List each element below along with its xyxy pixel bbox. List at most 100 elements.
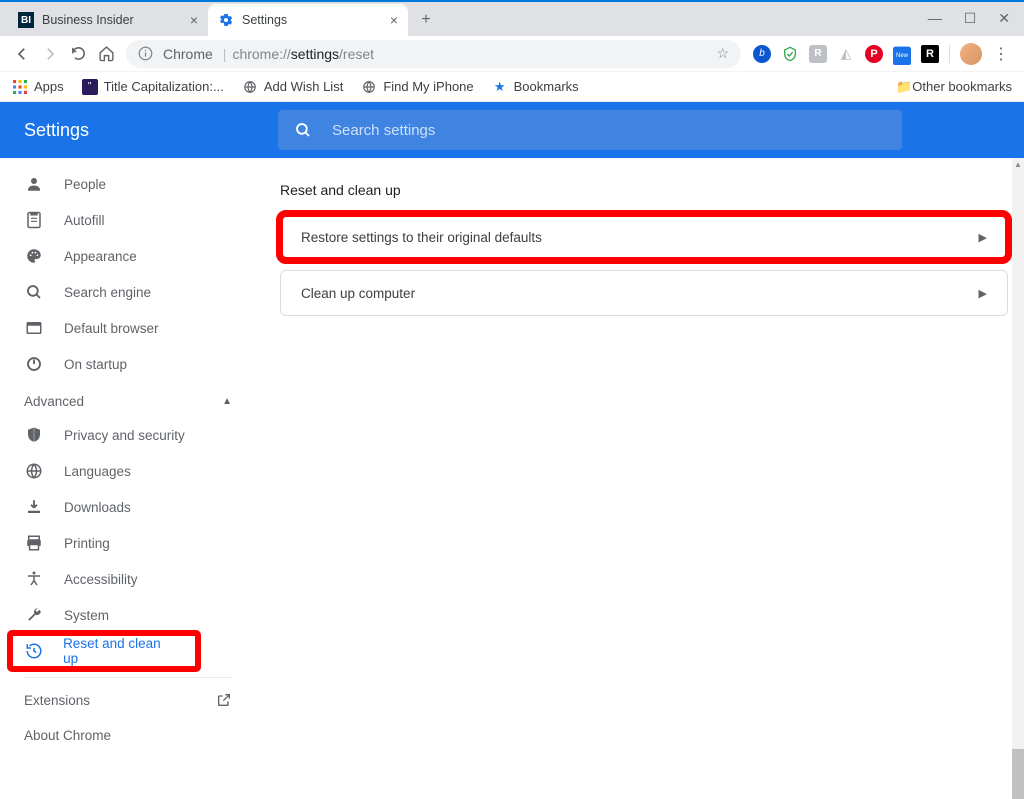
bookmark-other[interactable]: 📁 Other bookmarks <box>896 79 1012 95</box>
sidebar-item-system[interactable]: System <box>0 597 256 633</box>
address-bar[interactable]: Chrome | chrome://settings/reset ☆ <box>126 40 741 68</box>
folder-icon: 📁 <box>896 79 912 95</box>
sidebar-label: System <box>64 608 109 623</box>
search-settings-input[interactable]: Search settings <box>278 110 902 150</box>
extension-icons: b R ◭ P New R ⋮ <box>747 43 1016 65</box>
sidebar-label: Accessibility <box>64 572 138 587</box>
sidebar-about[interactable]: About Chrome <box>0 722 256 757</box>
back-button[interactable] <box>8 40 36 68</box>
sidebar-item-default-browser[interactable]: Default browser <box>0 310 256 346</box>
sidebar-label: Printing <box>64 536 110 551</box>
sidebar-label: Downloads <box>64 500 131 515</box>
vertical-scrollbar[interactable]: ▲ <box>1012 158 1024 799</box>
person-icon <box>24 175 44 193</box>
sidebar-label: On startup <box>64 357 127 372</box>
ext-icon-6[interactable]: New <box>893 45 911 63</box>
sidebar-item-search-engine[interactable]: Search engine <box>0 274 256 310</box>
search-icon <box>24 283 44 301</box>
cleanup-computer-row[interactable]: Clean up computer ▶ <box>281 271 1007 315</box>
forward-button[interactable] <box>36 40 64 68</box>
scroll-up-icon[interactable]: ▲ <box>1012 158 1024 170</box>
bookmark-item-3[interactable]: ★ Bookmarks <box>492 79 579 95</box>
bookmark-item-2[interactable]: Find My iPhone <box>361 79 473 95</box>
bookmark-label: Find My iPhone <box>383 79 473 94</box>
sidebar-label: Reset and clean up <box>63 636 174 666</box>
row-label: Clean up computer <box>301 286 415 301</box>
ext-icon-4[interactable]: ◭ <box>837 45 855 63</box>
sidebar-advanced-toggle[interactable]: Advanced ▲ <box>0 382 256 417</box>
about-label: About Chrome <box>24 728 111 743</box>
sidebar-item-autofill[interactable]: Autofill <box>0 202 256 238</box>
close-window-icon[interactable]: ✕ <box>998 10 1010 27</box>
chevron-right-icon: ▶ <box>979 231 987 244</box>
globe-icon <box>242 79 258 95</box>
ext-icon-1[interactable]: b <box>753 45 771 63</box>
settings-sidebar: People Autofill Appearance Search engine… <box>0 158 256 799</box>
home-button[interactable] <box>92 40 120 68</box>
bookmark-item-0[interactable]: " Title Capitalization:... <box>82 79 224 95</box>
menu-button[interactable]: ⋮ <box>992 45 1010 63</box>
url-path: settings <box>291 46 339 62</box>
sidebar-label: Autofill <box>64 213 105 228</box>
ext-icon-7[interactable]: R <box>921 45 939 63</box>
bookmark-apps[interactable]: Apps <box>12 79 64 95</box>
extensions-label: Extensions <box>24 693 90 708</box>
shield-icon <box>24 426 44 444</box>
gear-icon <box>218 12 234 28</box>
search-icon <box>294 121 312 139</box>
row-label: Restore settings to their original defau… <box>301 230 542 245</box>
bookmark-star-icon[interactable]: ☆ <box>716 45 729 62</box>
tab-label: Business Insider <box>42 13 134 27</box>
bookmark-label: Other bookmarks <box>912 79 1012 94</box>
new-tab-button[interactable]: + <box>412 6 440 34</box>
ext-icon-3[interactable]: R <box>809 45 827 63</box>
tab-business-insider[interactable]: BI Business Insider × <box>8 4 208 36</box>
maximize-icon[interactable]: ☐ <box>964 10 977 27</box>
restore-icon <box>24 642 43 660</box>
sidebar-item-reset[interactable]: Reset and clean up <box>10 633 198 669</box>
sidebar-item-accessibility[interactable]: Accessibility <box>0 561 256 597</box>
ext-icon-5[interactable]: P <box>865 45 883 63</box>
power-icon <box>24 355 44 373</box>
bookmarks-bar: Apps " Title Capitalization:... Add Wish… <box>0 72 1024 102</box>
bookmark-label: Title Capitalization:... <box>104 79 224 94</box>
bookmark-label: Bookmarks <box>514 79 579 94</box>
settings-header: Settings Search settings <box>0 102 1024 158</box>
sidebar-item-appearance[interactable]: Appearance <box>0 238 256 274</box>
browser-toolbar: Chrome | chrome://settings/reset ☆ b R ◭… <box>0 36 1024 72</box>
cleanup-card: Clean up computer ▶ <box>280 270 1008 316</box>
bookmark-item-1[interactable]: Add Wish List <box>242 79 343 95</box>
globe-icon <box>361 79 377 95</box>
url-prefix: chrome:// <box>232 46 290 62</box>
restore-defaults-row[interactable]: Restore settings to their original defau… <box>281 215 1007 259</box>
print-icon <box>24 534 44 552</box>
tab-settings[interactable]: Settings × <box>208 4 408 36</box>
quote-icon: " <box>82 79 98 95</box>
sidebar-extensions[interactable]: Extensions <box>0 678 256 722</box>
site-info-icon[interactable] <box>138 46 153 61</box>
scrollbar-thumb[interactable] <box>1012 749 1024 799</box>
chevron-up-icon: ▲ <box>222 396 232 407</box>
settings-content: People Autofill Appearance Search engine… <box>0 158 1024 799</box>
close-icon[interactable]: × <box>382 12 398 28</box>
external-link-icon <box>216 692 232 708</box>
minimize-icon[interactable]: — <box>928 10 942 27</box>
settings-main: Reset and clean up Restore settings to t… <box>256 158 1024 799</box>
sidebar-item-on-startup[interactable]: On startup <box>0 346 256 382</box>
sidebar-item-printing[interactable]: Printing <box>0 525 256 561</box>
bi-favicon: BI <box>18 12 34 28</box>
ext-icon-2[interactable] <box>781 45 799 63</box>
reload-button[interactable] <box>64 40 92 68</box>
window-titlebar: BI Business Insider × Settings × + — ☐ ✕ <box>0 0 1024 36</box>
sidebar-item-people[interactable]: People <box>0 166 256 202</box>
sidebar-label: Search engine <box>64 285 151 300</box>
close-icon[interactable]: × <box>182 12 198 28</box>
tab-label: Settings <box>242 13 287 27</box>
autofill-icon <box>24 211 44 229</box>
sidebar-item-downloads[interactable]: Downloads <box>0 489 256 525</box>
tab-strip: BI Business Insider × Settings × + <box>0 2 440 36</box>
sidebar-item-languages[interactable]: Languages <box>0 453 256 489</box>
sidebar-item-privacy[interactable]: Privacy and security <box>0 417 256 453</box>
profile-avatar[interactable] <box>960 43 982 65</box>
apps-icon <box>12 79 28 95</box>
